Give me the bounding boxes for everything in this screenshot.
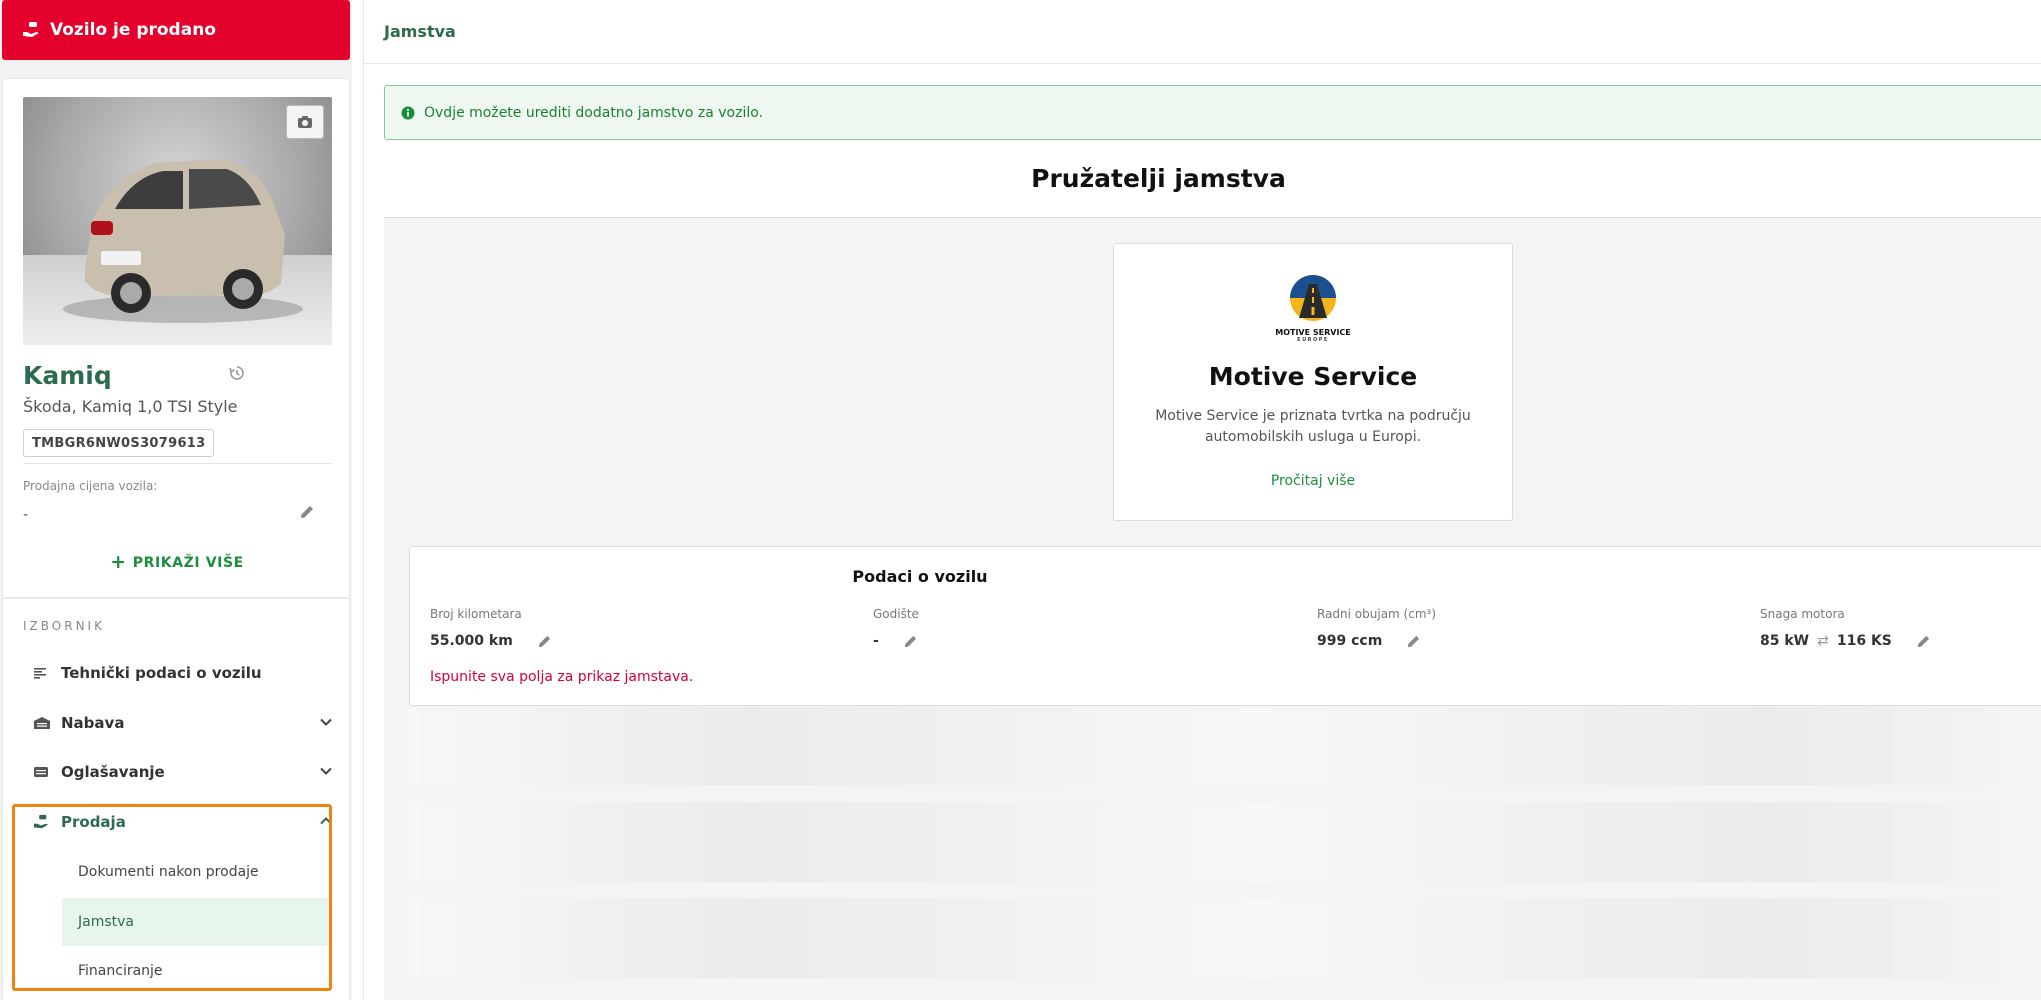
menu-item-label: Nabava <box>61 714 125 732</box>
menu-item-label: Tehnički podaci o vozilu <box>61 664 262 682</box>
menu-item-oglasavanje[interactable]: Oglašavanje <box>33 754 333 790</box>
edit-displacement-button[interactable] <box>1406 634 1421 649</box>
vehicle-data-title: Podaci o vozilu <box>852 567 988 586</box>
edit-price-button[interactable] <box>299 504 315 524</box>
power-ks-value: 116 KS <box>1836 633 1892 649</box>
pencil-icon <box>1917 635 1929 647</box>
year-label: Godište <box>873 607 919 621</box>
road-logo-icon <box>1290 275 1336 321</box>
mileage-value: 55.000 km <box>430 633 513 649</box>
displacement-field: 999 ccm <box>1317 633 1421 649</box>
logo-subtext: EUROPE <box>1297 337 1329 343</box>
power-kw-value: 85 kW <box>1760 633 1810 649</box>
displacement-label: Radni obujam (cm³) <box>1317 607 1437 621</box>
sale-price-label: Prodajna cijena vozila: <box>23 479 158 493</box>
page-header: Jamstva <box>364 0 2041 64</box>
provider-logo-text: MOTIVE SERVICE EUROPE <box>1114 328 1512 343</box>
vin-badge: TMBGR6NW0S3079613 <box>23 429 215 457</box>
pencil-icon <box>1408 635 1420 647</box>
vehicle-subtitle: Škoda, Kamiq 1,0 TSI Style <box>23 397 238 416</box>
displacement-value: 999 ccm <box>1317 633 1383 649</box>
vehicle-photo[interactable] <box>23 97 332 345</box>
vehicle-summary-card: Kamiq Škoda, Kamiq 1,0 TSI Style TMBGR6N… <box>2 78 350 598</box>
prodaja-highlight-frame <box>12 804 332 991</box>
edit-mileage-button[interactable] <box>537 634 552 649</box>
fill-fields-error: Ispunite sva polja za prikaz jamstava. <box>430 669 694 685</box>
provider-card[interactable]: MOTIVE SERVICE EUROPE Motive Service Mot… <box>1113 243 1513 521</box>
skeleton-row <box>409 707 2041 785</box>
hand-car-icon <box>23 22 39 37</box>
pencil-icon <box>904 635 916 647</box>
history-icon[interactable] <box>229 365 245 381</box>
logo-wordmark: MOTIVE SERVICE <box>1275 328 1351 337</box>
swap-icon: ⇄ <box>1817 633 1829 649</box>
sale-price-value: - <box>23 507 29 523</box>
pencil-icon <box>301 506 313 518</box>
power-field: 85 kW ⇄ 116 KS <box>1760 633 1931 649</box>
skeleton-row <box>409 898 2041 978</box>
vehicle-sold-label: Vozilo je prodano <box>50 20 216 40</box>
edit-power-button[interactable] <box>1916 634 1931 649</box>
menu-item-nabava[interactable]: Nabava <box>33 705 333 741</box>
menu-item-label: Oglašavanje <box>61 763 165 781</box>
skeleton-row <box>409 802 2041 882</box>
mileage-field: 55.000 km <box>430 633 552 649</box>
edit-year-button[interactable] <box>903 634 918 649</box>
provider-name: Motive Service <box>1208 362 1418 391</box>
camera-icon <box>298 116 312 128</box>
divider <box>23 463 332 464</box>
year-field: - <box>873 633 918 649</box>
power-label: Snaga motora <box>1760 607 1845 621</box>
section-title: Pružatelji jamstva <box>364 164 2041 193</box>
change-photo-button[interactable] <box>286 105 324 139</box>
menu-item-technical-data[interactable]: Tehnički podaci o vozilu <box>33 655 333 691</box>
info-alert: Ovdje možete urediti dodatno jamstvo za … <box>384 85 2041 140</box>
vehicle-data-card: Podaci o vozilu Broj kilometara 55.000 k… <box>409 546 2041 706</box>
menu-heading: IZBORNIK <box>23 619 105 633</box>
year-value: - <box>873 633 879 649</box>
list-icon <box>34 668 46 679</box>
vehicle-title: Kamiq <box>23 361 112 390</box>
pencil-icon <box>538 635 550 647</box>
read-more-link[interactable]: Pročitaj više <box>1114 473 1512 489</box>
garage-icon <box>34 717 50 729</box>
mileage-label: Broj kilometara <box>430 607 522 621</box>
info-icon <box>401 106 415 119</box>
chevron-down-icon <box>320 767 332 775</box>
card-icon <box>34 767 48 777</box>
chevron-down-icon <box>320 718 332 726</box>
provider-description: Motive Service je priznata tvrtka na pod… <box>1155 408 1471 445</box>
warranty-providers-title: Pružatelji jamstva <box>1031 164 1286 193</box>
page-title: Jamstva <box>384 22 456 41</box>
sidebar: Vozilo je prodano Kamiq Škoda, Kamiq 1,0… <box>0 0 352 1000</box>
provider-logo <box>1114 274 1512 322</box>
vehicle-sold-button[interactable]: Vozilo je prodano <box>2 0 350 60</box>
info-alert-text: Ovdje možete urediti dodatno jamstvo za … <box>424 104 764 121</box>
